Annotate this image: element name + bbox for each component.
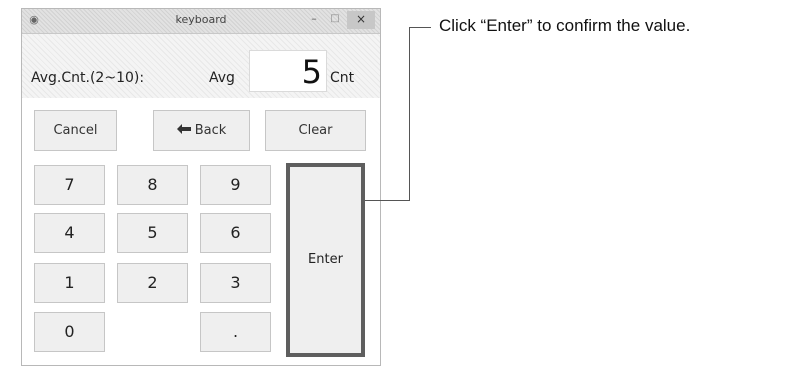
callout-leader-horizontal <box>365 200 410 201</box>
avg-prefix-label: Avg <box>209 70 235 86</box>
clear-button[interactable]: Clear <box>265 110 366 151</box>
key-3[interactable]: 3 <box>200 263 271 303</box>
key-decimal[interactable]: . <box>200 312 271 352</box>
callout-leader-top <box>409 27 431 28</box>
key-5[interactable]: 5 <box>117 213 188 253</box>
key-9[interactable]: 9 <box>200 165 271 205</box>
back-button[interactable]: Back <box>153 110 250 151</box>
value-display: 5 <box>249 50 327 92</box>
value-text: 5 <box>301 53 322 91</box>
back-label: Back <box>194 123 227 138</box>
key-4[interactable]: 4 <box>34 213 105 253</box>
close-button[interactable]: × <box>347 11 375 29</box>
callout-text: Click “Enter” to confirm the value. <box>439 16 691 35</box>
avg-count-range-label: Avg.Cnt.(2~10): <box>31 70 145 86</box>
enter-button[interactable]: Enter <box>286 163 365 357</box>
keyboard-window: ◉ keyboard – □ × Avg.Cnt.(2~10): Avg 5 C… <box>21 8 381 366</box>
key-6[interactable]: 6 <box>200 213 271 253</box>
minimize-button[interactable]: – <box>306 12 322 28</box>
title-bar: ◉ keyboard – □ × <box>22 9 380 34</box>
key-7[interactable]: 7 <box>34 165 105 205</box>
left-arrow-icon <box>176 111 191 150</box>
cancel-button[interactable]: Cancel <box>34 110 117 151</box>
key-2[interactable]: 2 <box>117 263 188 303</box>
unit-label: Cnt <box>330 70 355 86</box>
value-input-area: Avg.Cnt.(2~10): Avg 5 Cnt <box>22 34 380 98</box>
callout-leader-vertical <box>409 27 410 201</box>
key-0[interactable]: 0 <box>34 312 105 352</box>
key-8[interactable]: 8 <box>117 165 188 205</box>
key-1[interactable]: 1 <box>34 263 105 303</box>
maximize-button[interactable]: □ <box>327 12 343 28</box>
